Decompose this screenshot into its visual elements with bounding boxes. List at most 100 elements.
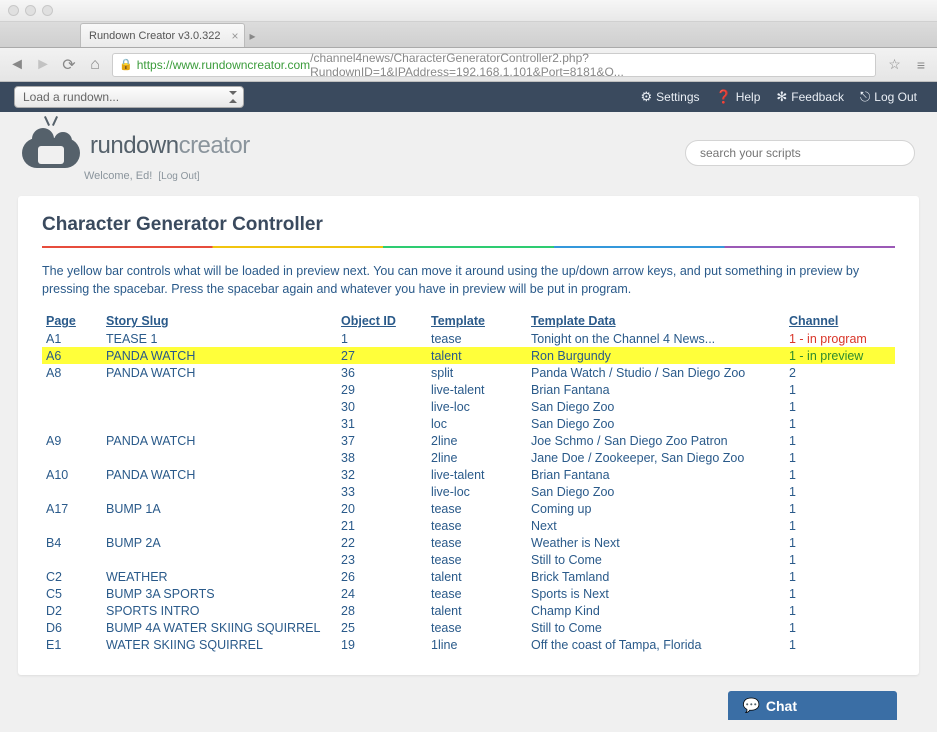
rundown-select[interactable]: Load a rundown... bbox=[14, 86, 244, 108]
cell-data: Panda Watch / Studio / San Diego Zoo bbox=[527, 364, 785, 381]
cell-obj: 32 bbox=[337, 466, 427, 483]
cell-tpl: 2line bbox=[427, 432, 527, 449]
app-toolbar: Load a rundown... ⚙Settings ❓ Help ✻ Feedb… bbox=[0, 82, 937, 112]
cell-page: A9 bbox=[42, 432, 102, 449]
cell-data: Weather is Next bbox=[527, 534, 785, 551]
cell-page bbox=[42, 449, 102, 466]
minimize-window-dot[interactable] bbox=[25, 5, 36, 16]
header-slug: Story Slug bbox=[102, 312, 337, 330]
logout-link[interactable]: ⎋Log Out bbox=[860, 89, 917, 105]
cell-tpl: tease bbox=[427, 517, 527, 534]
logout-small-link[interactable]: [Log Out] bbox=[158, 171, 199, 182]
cell-page: C5 bbox=[42, 585, 102, 602]
cell-chan: 1 bbox=[785, 449, 895, 466]
help-label: Help bbox=[736, 90, 761, 104]
cell-chan: 1 - in preview bbox=[785, 347, 895, 364]
home-button[interactable]: ⌂ bbox=[86, 56, 104, 74]
table-row[interactable]: A17BUMP 1A20teaseComing up1 bbox=[42, 500, 895, 517]
cell-obj: 37 bbox=[337, 432, 427, 449]
logo[interactable]: rundowncreator bbox=[22, 124, 250, 168]
cell-data: Sports is Next bbox=[527, 585, 785, 602]
browser-menu-icon[interactable]: ≡ bbox=[913, 57, 929, 73]
settings-link[interactable]: ⚙Settings bbox=[641, 89, 700, 105]
table-row[interactable]: C5BUMP 3A SPORTS24teaseSports is Next1 bbox=[42, 585, 895, 602]
cell-page bbox=[42, 517, 102, 534]
cell-chan: 1 - in program bbox=[785, 330, 895, 347]
feedback-label: Feedback bbox=[791, 90, 844, 104]
mac-window-chrome bbox=[0, 0, 937, 22]
cell-slug: BUMP 3A SPORTS bbox=[102, 585, 337, 602]
close-window-dot[interactable] bbox=[8, 5, 19, 16]
cell-obj: 26 bbox=[337, 568, 427, 585]
cell-tpl: talent bbox=[427, 568, 527, 585]
logout-icon: ⎋ bbox=[860, 89, 870, 105]
table-row[interactable]: 23teaseStill to Come1 bbox=[42, 551, 895, 568]
cell-slug: PANDA WATCH bbox=[102, 466, 337, 483]
cell-slug: BUMP 1A bbox=[102, 500, 337, 517]
cell-data: San Diego Zoo bbox=[527, 483, 785, 500]
table-row[interactable]: D6BUMP 4A WATER SKIING SQUIRREL25teaseSt… bbox=[42, 619, 895, 636]
cell-slug: SPORTS INTRO bbox=[102, 602, 337, 619]
cell-chan: 1 bbox=[785, 483, 895, 500]
cell-page: D2 bbox=[42, 602, 102, 619]
cell-chan: 1 bbox=[785, 398, 895, 415]
table-row[interactable]: 21teaseNext1 bbox=[42, 517, 895, 534]
table-row[interactable]: 382lineJane Doe / Zookeeper, San Diego Z… bbox=[42, 449, 895, 466]
table-row[interactable]: A8PANDA WATCH36splitPanda Watch / Studio… bbox=[42, 364, 895, 381]
cell-slug bbox=[102, 449, 337, 466]
help-icon: ❓ bbox=[716, 89, 732, 105]
cell-tpl: 1line bbox=[427, 636, 527, 653]
table-row[interactable]: A1TEASE 11teaseTonight on the Channel 4 … bbox=[42, 330, 895, 347]
cell-obj: 29 bbox=[337, 381, 427, 398]
cell-slug: WATER SKIING SQUIRREL bbox=[102, 636, 337, 653]
table-row[interactable]: 29live-talentBrian Fantana1 bbox=[42, 381, 895, 398]
address-bar[interactable]: 🔒 https://www.rundowncreator.com/channel… bbox=[112, 53, 876, 77]
cell-tpl: live-talent bbox=[427, 381, 527, 398]
help-link[interactable]: ❓ Help bbox=[716, 89, 761, 105]
table-row[interactable]: A9PANDA WATCH372lineJoe Schmo / San Dieg… bbox=[42, 432, 895, 449]
table-row[interactable]: A6PANDA WATCH27talentRon Burgundy1 - in … bbox=[42, 347, 895, 364]
table-row[interactable]: 31locSan Diego Zoo1 bbox=[42, 415, 895, 432]
cell-tpl: tease bbox=[427, 330, 527, 347]
cell-slug: TEASE 1 bbox=[102, 330, 337, 347]
page-header: rundowncreator Welcome, Ed! [Log Out] bbox=[18, 124, 919, 182]
new-tab-icon[interactable]: ▸ bbox=[249, 29, 255, 47]
cell-page: A6 bbox=[42, 347, 102, 364]
header-template-data: Template Data bbox=[527, 312, 785, 330]
cell-chan: 2 bbox=[785, 364, 895, 381]
reload-button[interactable]: ⟳ bbox=[60, 56, 78, 74]
table-row[interactable]: 30live-locSan Diego Zoo1 bbox=[42, 398, 895, 415]
cell-data: Tonight on the Channel 4 News... bbox=[527, 330, 785, 347]
cell-page bbox=[42, 551, 102, 568]
table-row[interactable]: A10PANDA WATCH32live-talentBrian Fantana… bbox=[42, 466, 895, 483]
cell-chan: 1 bbox=[785, 585, 895, 602]
back-button[interactable]: ◄ bbox=[8, 56, 26, 74]
maximize-window-dot[interactable] bbox=[42, 5, 53, 16]
cell-page: A8 bbox=[42, 364, 102, 381]
forward-button[interactable]: ► bbox=[34, 56, 52, 74]
cell-chan: 1 bbox=[785, 517, 895, 534]
cell-chan: 1 bbox=[785, 636, 895, 653]
cell-page: B4 bbox=[42, 534, 102, 551]
browser-tab[interactable]: Rundown Creator v3.0.322 × bbox=[80, 23, 245, 47]
cell-tpl: tease bbox=[427, 534, 527, 551]
cell-chan: 1 bbox=[785, 500, 895, 517]
cell-tpl: live-loc bbox=[427, 398, 527, 415]
feedback-link[interactable]: ✻ Feedback bbox=[776, 89, 844, 105]
table-row[interactable]: D2SPORTS INTRO28talentChamp Kind1 bbox=[42, 602, 895, 619]
table-row[interactable]: B4BUMP 2A22teaseWeather is Next1 bbox=[42, 534, 895, 551]
feedback-icon: ✻ bbox=[776, 89, 787, 105]
cell-slug: BUMP 2A bbox=[102, 534, 337, 551]
cell-data: Still to Come bbox=[527, 551, 785, 568]
table-row[interactable]: C2WEATHER26talentBrick Tamland1 bbox=[42, 568, 895, 585]
bookmark-icon[interactable]: ☆ bbox=[884, 56, 905, 73]
cell-slug bbox=[102, 551, 337, 568]
table-row[interactable]: 33live-locSan Diego Zoo1 bbox=[42, 483, 895, 500]
cell-obj: 38 bbox=[337, 449, 427, 466]
cell-slug bbox=[102, 398, 337, 415]
close-tab-icon[interactable]: × bbox=[231, 29, 238, 43]
search-input[interactable] bbox=[685, 140, 915, 166]
cell-tpl: live-loc bbox=[427, 483, 527, 500]
table-row[interactable]: E1WATER SKIING SQUIRREL191lineOff the co… bbox=[42, 636, 895, 653]
cg-table: Page Story Slug Object ID Template Templ… bbox=[42, 312, 895, 653]
